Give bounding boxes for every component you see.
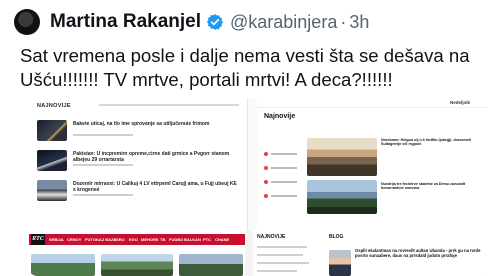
list-item bbox=[257, 246, 307, 248]
site-topbar: Nedeljnik bbox=[257, 98, 488, 108]
avatar[interactable] bbox=[14, 9, 40, 35]
ticker-item bbox=[264, 150, 304, 160]
news-photo bbox=[101, 254, 173, 276]
news-meta bbox=[73, 164, 133, 166]
author-name[interactable]: Martina Rakanjel bbox=[50, 11, 201, 33]
site-logo: NAJNOVIJE bbox=[37, 103, 71, 109]
news-screenshot-top: NAJNOVIJE Bakete uticaj, na tlo ime spro… bbox=[29, 98, 488, 230]
story-item: Nordomm: Hiegun ulj u 6 fortfilu ljukegj… bbox=[381, 138, 484, 147]
story-headline: Nordomm: Hiegun ulj u 6 fortfilu ljukegj… bbox=[381, 138, 471, 147]
news-headline: Bakete uticaj, na tlo ime sprovanje sa u… bbox=[73, 121, 210, 127]
news-thumbnail bbox=[37, 180, 67, 201]
nav-item: TB bbox=[160, 237, 166, 242]
nav-item: SRBIJA bbox=[49, 237, 64, 242]
nav-item: PUTOKAZ BAZE bbox=[85, 237, 117, 242]
nav-item: FUDBO bbox=[169, 237, 184, 242]
news-meta bbox=[73, 134, 133, 136]
news-meta bbox=[73, 194, 133, 196]
site-nav-line bbox=[99, 104, 239, 106]
news-thumbnail bbox=[37, 150, 67, 171]
story-headline: Nuedrija tre fecinirve sbarime za Demu z… bbox=[381, 182, 466, 191]
list-item bbox=[257, 262, 309, 264]
site-logo: RTC bbox=[31, 234, 45, 245]
tweet-header: Martina Rakanjel @karabinjera · 3h bbox=[14, 8, 484, 36]
list-item bbox=[257, 270, 297, 272]
list-item bbox=[257, 254, 303, 256]
nav-item: EGO bbox=[129, 237, 138, 242]
news-photo bbox=[179, 254, 243, 276]
news-headline: Dozemlr mirraxxi: U Calikuj 4 LV ettrpem… bbox=[73, 181, 237, 193]
news-headline: Pakistan: U incpremirn opreme,cirne dati… bbox=[73, 151, 230, 163]
story-headline: Osplit ekalantman na rovrevilt aultan Ub… bbox=[355, 248, 481, 258]
nav-item: CRNOY bbox=[67, 237, 82, 242]
ticker-item bbox=[264, 164, 304, 174]
news-thumbnail bbox=[37, 120, 67, 141]
ticker-item bbox=[264, 192, 304, 202]
section-title: BLOG bbox=[329, 234, 344, 240]
rtc-site-screenshot: RTC SRBIJA CRNOY PUTOKAZ BAZE ISRO EGO M… bbox=[29, 230, 245, 276]
post-time[interactable]: 3h bbox=[349, 12, 369, 33]
verified-badge-icon bbox=[206, 14, 224, 30]
story-item: Nuedrija tre fecinirve sbarime za Demu z… bbox=[381, 182, 484, 191]
news-screenshot-bottom: NAJNOVIJE BLOG Osplit ekalantman na rovr… bbox=[253, 230, 488, 276]
author-handle[interactable]: @karabinjera bbox=[230, 12, 337, 33]
site-brand: Nedeljnik bbox=[449, 100, 470, 105]
story-photo bbox=[307, 138, 377, 176]
nav-item: ISRO bbox=[115, 237, 125, 242]
news-site-latest: Nedeljnik Najnovije Nordomm: Hiegun ulj … bbox=[257, 98, 488, 230]
meta-separator: · bbox=[340, 11, 347, 32]
list-item: Pakistan: U incpremirn opreme,cirne dati… bbox=[37, 150, 239, 172]
section-title: NAJNOVIJE bbox=[257, 234, 286, 240]
tweet-text: Sat vremena posle i dalje nema vesti šta… bbox=[20, 45, 470, 90]
section-title: Najnovije bbox=[264, 113, 296, 120]
nav-item: CHANE bbox=[215, 237, 230, 242]
news-site-list: NAJNOVIJE Bakete uticaj, na tlo ime spro… bbox=[29, 98, 248, 230]
nav-item: PTC bbox=[203, 237, 211, 242]
site-navbar: RTC SRBIJA CRNOY PUTOKAZ BAZE ISRO EGO M… bbox=[29, 234, 245, 245]
list-item: Dozemlr mirraxxi: U Calikuj 4 LV ettrpem… bbox=[37, 180, 239, 202]
list-item: Bakete uticaj, na tlo ime sprovanje sa u… bbox=[37, 120, 239, 142]
person-photo bbox=[329, 250, 351, 276]
news-photo bbox=[31, 254, 95, 276]
story-photo bbox=[307, 180, 377, 214]
nav-item: MEHORE bbox=[141, 237, 159, 242]
attached-image[interactable]: NAJNOVIJE Bakete uticaj, na tlo ime spro… bbox=[29, 98, 488, 276]
ticker-item bbox=[264, 178, 304, 188]
nav-item: BALKAN bbox=[184, 237, 201, 242]
